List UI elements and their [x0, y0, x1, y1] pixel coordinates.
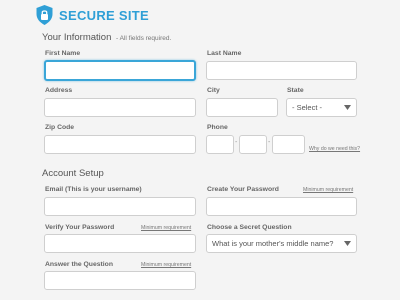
info-section-title: Your Information - All fields required.: [42, 32, 171, 43]
email-label: Email (This is your username): [45, 186, 142, 193]
answer-label: Answer the Question: [45, 261, 113, 268]
chevron-down-icon: [344, 105, 351, 110]
zip-code-label: Zip Code: [45, 124, 75, 131]
create-password-hint-link[interactable]: Minimum requirement: [303, 187, 353, 193]
last-name-label: Last Name: [207, 50, 242, 57]
phone-line-field[interactable]: [272, 135, 305, 154]
phone-prefix-field[interactable]: [239, 135, 267, 154]
brand-title: SECURE SITE: [59, 7, 149, 23]
answer-hint-link[interactable]: Minimum requirement: [141, 262, 191, 268]
account-section-title: Account Setup: [42, 168, 104, 179]
verify-password-label: Verify Your Password: [45, 224, 115, 231]
phone-area-field[interactable]: [206, 135, 234, 154]
address-field[interactable]: [44, 98, 196, 117]
verify-password-field[interactable]: [44, 234, 196, 253]
phone-separator: -: [235, 139, 238, 146]
phone-separator: -: [268, 139, 271, 146]
address-label: Address: [45, 87, 73, 94]
create-password-field[interactable]: [206, 197, 357, 216]
phone-label: Phone: [207, 124, 228, 131]
city-label: City: [207, 87, 220, 94]
verify-password-hint-link[interactable]: Minimum requirement: [141, 225, 191, 231]
create-password-label: Create Your Password: [207, 186, 279, 193]
chevron-down-icon: [344, 241, 351, 246]
zip-code-field[interactable]: [44, 135, 196, 154]
secret-question-select[interactable]: What is your mother's middle name?: [206, 234, 357, 253]
why-phone-link[interactable]: Why do we need this?: [309, 146, 360, 152]
city-field[interactable]: [206, 98, 278, 117]
secret-question-value: What is your mother's middle name?: [212, 239, 334, 248]
state-select[interactable]: - Select -: [286, 98, 357, 117]
answer-field[interactable]: [44, 271, 196, 290]
shield-lock-icon: [36, 5, 53, 25]
required-note: - All fields required.: [116, 35, 172, 42]
first-name-field[interactable]: [44, 60, 196, 81]
first-name-label: First Name: [45, 50, 81, 57]
state-select-value: - Select -: [292, 103, 323, 112]
state-label: State: [287, 87, 304, 94]
info-title-text: Your Information: [42, 32, 112, 43]
secret-question-label: Choose a Secret Question: [207, 224, 292, 231]
email-field[interactable]: [44, 197, 196, 216]
account-title-text: Account Setup: [42, 168, 104, 179]
site-header: SECURE SITE: [36, 5, 149, 25]
last-name-field[interactable]: [206, 61, 357, 80]
